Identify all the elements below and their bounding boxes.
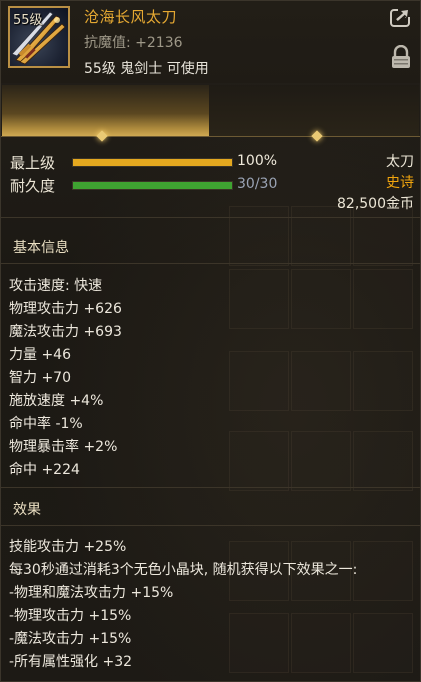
stat-line: 智力 +70 [9, 370, 71, 386]
durability-label: 耐久度 [10, 177, 56, 195]
durability-bar-fill [73, 182, 232, 189]
item-name: 沧海长风太刀 [84, 8, 178, 26]
background-tile [291, 269, 351, 329]
stat-line: 力量 +46 [9, 347, 71, 363]
lock-icon[interactable] [390, 44, 412, 68]
background-tile [291, 613, 351, 673]
grade-banner [2, 85, 419, 137]
stat-line: 命中 +224 [9, 462, 80, 478]
item-level-tag: 55级 [13, 13, 43, 28]
tooltip-header: 55级 沧海长风太刀 抗魔值: +2136 55级 鬼剑士 可使用 [1, 1, 420, 83]
effect-line: 技能攻击力 +25% [9, 539, 127, 555]
grade-bar-fill [73, 159, 232, 166]
background-tile [353, 613, 413, 673]
katana-item-icon[interactable]: 55级 [8, 6, 70, 68]
background-tile [291, 206, 351, 266]
stat-line: 命中率 -1% [9, 416, 83, 432]
usage-requirement: 55级 鬼剑士 可使用 [84, 61, 209, 77]
background-tile [229, 351, 289, 411]
grade-label: 最上级 [10, 154, 56, 172]
section-divider [1, 525, 420, 526]
section-divider [1, 487, 420, 488]
effect-line: 每30秒通过消耗3个无色小晶块, 随机获得以下效果之一: [9, 562, 358, 578]
background-tile [353, 351, 413, 411]
section-divider [1, 217, 420, 218]
effect-line: -物理攻击力 +15% [9, 608, 132, 624]
section-divider [1, 263, 420, 264]
stat-line: 攻击速度: 快速 [9, 278, 103, 294]
effect-line: -物理和魔法攻击力 +15% [9, 585, 174, 601]
background-tile [229, 431, 289, 491]
share-icon[interactable] [390, 7, 412, 29]
item-price: 82,500金币 [337, 196, 414, 212]
grade-banner-fill [2, 85, 209, 137]
grade-bar [72, 158, 233, 167]
stat-line: 施放速度 +4% [9, 393, 104, 409]
basic-info-header: 基本信息 [13, 240, 69, 256]
effect-line: -所有属性强化 +32 [9, 654, 133, 670]
background-tile [353, 269, 413, 329]
background-tile [229, 613, 289, 673]
magic-resist-value: 抗魔值: +2136 [84, 35, 183, 51]
effect-header: 效果 [13, 502, 41, 518]
background-tile [229, 269, 289, 329]
background-tile [291, 351, 351, 411]
durability-bar [72, 181, 233, 190]
stat-line: 物理暴击率 +2% [9, 439, 118, 455]
background-tile [353, 206, 413, 266]
durability-value: 30/30 [237, 176, 278, 192]
background-tile [291, 431, 351, 491]
item-tooltip: 55级 沧海长风太刀 抗魔值: +2136 55级 鬼剑士 可使用 最上级 10… [0, 0, 421, 682]
background-tile [353, 541, 413, 601]
background-tile [229, 206, 289, 266]
grade-value: 100% [237, 153, 278, 169]
stat-line: 物理攻击力 +626 [9, 301, 122, 317]
banner-divider [1, 136, 420, 137]
item-rarity: 史诗 [386, 175, 414, 191]
item-type: 太刀 [386, 154, 414, 170]
effect-line: -魔法攻击力 +15% [9, 631, 132, 647]
background-tile [353, 431, 413, 491]
stat-line: 魔法攻击力 +693 [9, 324, 122, 340]
